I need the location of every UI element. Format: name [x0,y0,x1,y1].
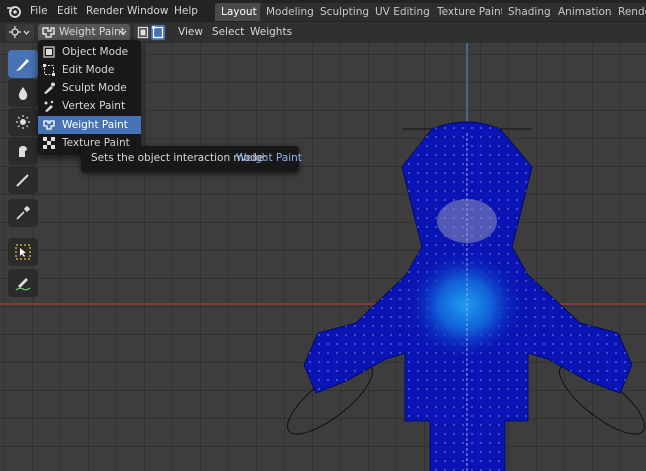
tab-sculpting[interactable]: Sculpting [314,3,376,21]
tooltip-value: Weight Paint [236,152,302,164]
gradient-icon [16,174,29,187]
weight-paint-icon [42,27,55,38]
brush-icon [16,59,29,71]
pose-axis-icon [9,26,30,38]
menu-file[interactable]: File [30,4,48,18]
vertex-mask-toggle[interactable] [151,25,165,40]
menu-render[interactable]: Render [86,4,123,18]
sample-weight-icon [16,205,31,220]
mask-toggle-group [134,24,166,41]
menu-item-label: Vertex Paint [62,100,126,112]
tab-uv-editing[interactable]: UV Editing [369,3,436,21]
mode-tooltip: Sets the object interaction mode: Weight… [81,146,302,172]
tool-blur[interactable] [8,79,38,107]
menu-item-label: Edit Mode [62,64,115,76]
editor-type-button[interactable] [6,24,34,41]
annotate-icon [15,278,31,291]
mode-selector[interactable]: Weight Paint [38,24,130,41]
menu-item-label: Object Mode [62,46,129,58]
menu-item-label: Sculpt Mode [62,82,127,94]
menu-edit[interactable]: Edit [57,4,77,18]
vertex-paint-icon [44,100,54,112]
character-mesh [303,121,633,471]
header-menu-weights[interactable]: Weights [245,24,297,41]
texture-paint-icon [43,137,55,149]
tool-select-box[interactable] [8,238,38,266]
vertex-mask-icon [152,26,164,39]
header-menu-select[interactable]: Select [207,24,249,41]
menu-item-object-mode[interactable]: Object Mode [38,43,141,61]
chevron-down-icon [119,30,127,35]
select-box-icon [15,244,31,260]
menu-item-label: Weight Paint [62,119,128,131]
menu-item-sculpt-mode[interactable]: Sculpt Mode [38,79,141,97]
tool-brush[interactable] [8,50,38,78]
tool-smear[interactable] [8,137,38,165]
tab-texture-paint[interactable]: Texture Paint [431,3,511,21]
sculpt-mode-icon [44,82,55,94]
weight-paint-icon [43,120,55,130]
blender-logo-icon[interactable] [6,3,22,19]
tab-render[interactable]: Render [612,3,646,21]
average-icon [16,115,30,129]
tool-average[interactable] [8,108,38,136]
tab-modeling[interactable]: Modeling [260,3,320,21]
object-mode-icon [43,46,55,58]
face-mask-icon[interactable] [137,26,149,39]
menu-item-weight-paint[interactable]: Weight Paint [38,116,141,134]
tab-animation[interactable]: Animation [552,3,618,21]
smear-icon [19,146,27,157]
header-menu-view[interactable]: View [173,24,208,41]
edit-mode-icon [43,64,55,76]
mode-dropdown-menu: Object Mode Edit Mode Sculpt Mode Vertex… [38,40,141,155]
tool-annotate[interactable] [8,269,38,297]
menu-help[interactable]: Help [174,4,198,18]
blur-drop-icon [18,87,28,100]
top-bar: File Edit Render Window Help Layout Mode… [0,0,646,22]
tool-sample-weight[interactable] [8,199,38,227]
menu-item-edit-mode[interactable]: Edit Mode [38,61,141,79]
tab-shading[interactable]: Shading [502,3,557,21]
menu-window[interactable]: Window [127,4,168,18]
tool-gradient[interactable] [8,166,38,194]
tab-layout[interactable]: Layout [215,3,263,21]
mode-selector-label: Weight Paint [59,26,125,38]
menu-item-vertex-paint[interactable]: Vertex Paint [38,97,141,115]
